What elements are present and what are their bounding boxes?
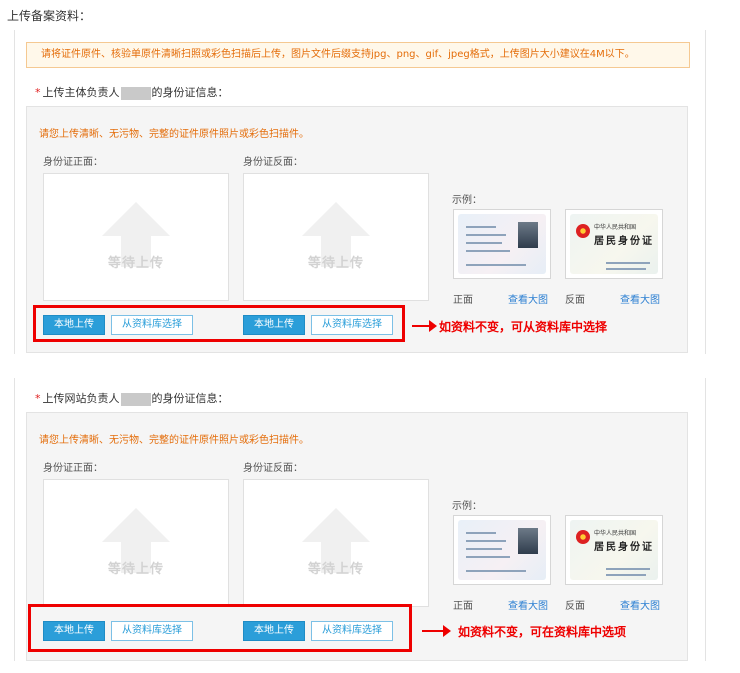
highlight-frame bbox=[28, 604, 412, 652]
section-label-website: * 上传网站负责人 的身份证信息： bbox=[35, 392, 229, 406]
waiting-upload-text: 等待上传 bbox=[107, 256, 164, 271]
sample-id-front bbox=[453, 515, 551, 585]
upload-tip: 请您上传清晰、无污物、完整的证件原件照片或彩色扫描件。 bbox=[39, 129, 309, 140]
portrait-photo bbox=[518, 528, 538, 554]
annotation-text: 如资料不变，可在资料库中选项 bbox=[458, 625, 627, 639]
masked-name bbox=[120, 86, 151, 100]
waiting-upload-text: 等待上传 bbox=[307, 562, 364, 577]
page-title: 上传备案资料： bbox=[7, 9, 92, 23]
view-large-front-link[interactable]: 查看大图 bbox=[508, 597, 548, 612]
required-mark: * bbox=[35, 392, 41, 405]
upload-arrow-icon bbox=[102, 202, 170, 236]
back-side-label: 身份证反面： bbox=[243, 463, 303, 474]
upload-tip: 请您上传清晰、无污物、完整的证件原件照片或彩色扫描件。 bbox=[39, 435, 309, 446]
waiting-upload-text: 等待上传 bbox=[107, 562, 164, 577]
front-side-label: 身份证正面： bbox=[43, 463, 103, 474]
section-label-principal: * 上传主体负责人 的身份证信息： bbox=[35, 86, 229, 100]
example-label: 示例： bbox=[452, 501, 482, 512]
sample-id-back: 中华人民共和国 居民身份证 bbox=[565, 515, 663, 585]
id-front-upload-slot[interactable]: 等待上传 bbox=[43, 479, 229, 607]
example-label: 示例： bbox=[452, 195, 482, 206]
portrait-photo bbox=[518, 222, 538, 248]
view-large-back-link[interactable]: 查看大图 bbox=[620, 597, 660, 612]
id-back-upload-slot[interactable]: 等待上传 bbox=[243, 479, 429, 607]
national-emblem-icon bbox=[576, 530, 590, 544]
national-emblem-icon bbox=[576, 224, 590, 238]
id-back-upload-slot[interactable]: 等待上传 bbox=[243, 173, 429, 301]
back-side-label: 身份证反面： bbox=[243, 157, 303, 168]
upload-arrow-icon bbox=[302, 202, 370, 236]
required-mark: * bbox=[35, 86, 41, 99]
upload-arrow-icon bbox=[102, 508, 170, 542]
masked-name bbox=[120, 392, 151, 406]
back-caption: 反面 bbox=[565, 601, 585, 612]
highlight-arrow-icon bbox=[412, 320, 437, 332]
waiting-upload-text: 等待上传 bbox=[307, 256, 364, 271]
front-caption: 正面 bbox=[453, 601, 473, 612]
annotation-text: 如资料不变，可从资料库中选择 bbox=[439, 320, 608, 334]
upload-arrow-icon bbox=[302, 508, 370, 542]
sample-id-front bbox=[453, 209, 551, 279]
view-large-front-link[interactable]: 查看大图 bbox=[508, 291, 548, 306]
view-large-back-link[interactable]: 查看大图 bbox=[620, 291, 660, 306]
sample-id-back: 中华人民共和国 居民身份证 bbox=[565, 209, 663, 279]
front-side-label: 身份证正面： bbox=[43, 157, 103, 168]
highlight-arrow-icon bbox=[422, 625, 451, 637]
upload-notice: 请将证件原件、核验单原件清晰扫照或彩色扫描后上传，图片文件后缀支持jpg、png… bbox=[26, 42, 690, 68]
highlight-frame bbox=[33, 305, 405, 342]
front-caption: 正面 bbox=[453, 295, 473, 306]
id-front-upload-slot[interactable]: 等待上传 bbox=[43, 173, 229, 301]
back-caption: 反面 bbox=[565, 295, 585, 306]
